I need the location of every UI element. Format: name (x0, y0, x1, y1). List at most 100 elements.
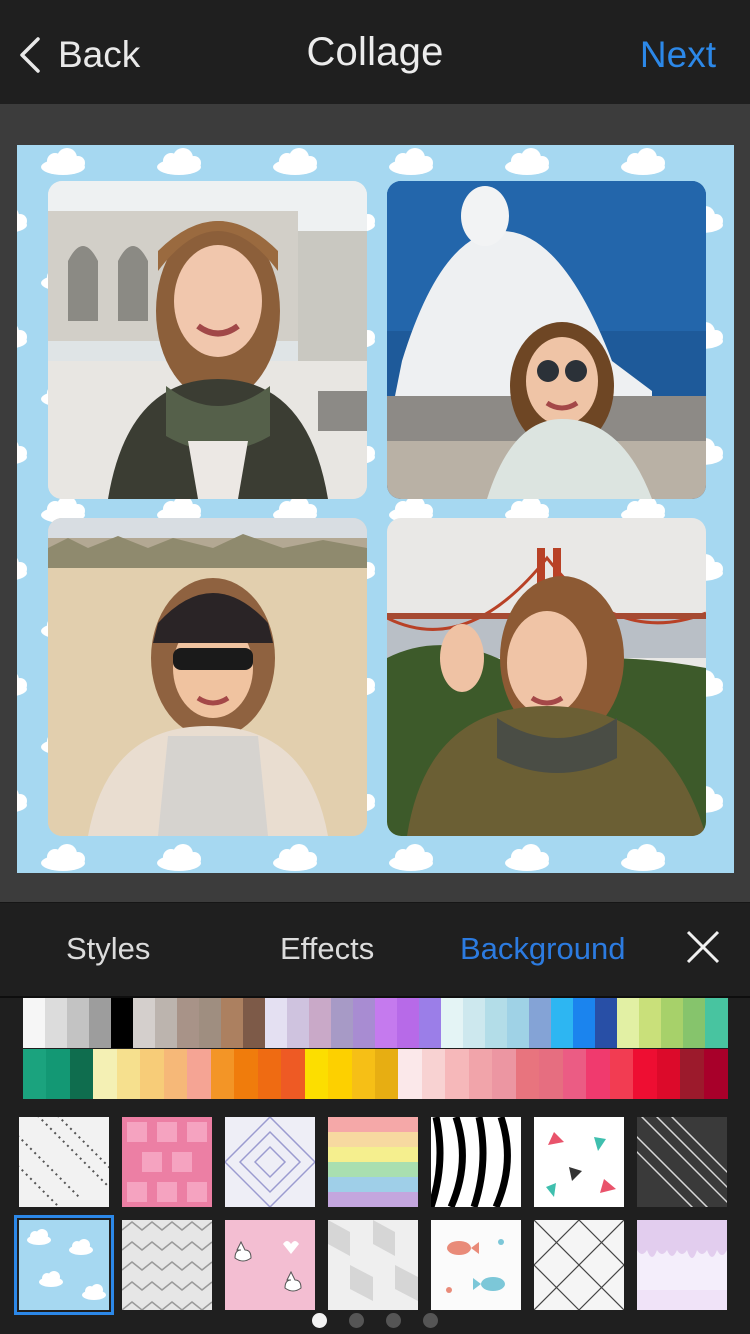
page-dot[interactable] (312, 1313, 327, 1328)
page-dot[interactable] (349, 1313, 364, 1328)
color-swatch[interactable] (234, 1049, 259, 1099)
photo-big-buddha[interactable] (387, 181, 706, 499)
pattern-lilac-diamonds[interactable] (225, 1117, 315, 1207)
color-swatch[interactable] (140, 1049, 165, 1099)
color-swatch[interactable] (507, 998, 530, 1048)
pattern-zebra[interactable] (431, 1117, 521, 1207)
color-swatch[interactable] (680, 1049, 705, 1099)
color-swatch[interactable] (221, 998, 244, 1048)
color-swatch[interactable] (703, 1049, 728, 1099)
color-swatch[interactable] (617, 998, 640, 1048)
collage-stage (0, 104, 750, 902)
color-swatch[interactable] (328, 1049, 353, 1099)
color-swatch[interactable] (661, 998, 684, 1048)
chevron-left-icon (20, 37, 40, 73)
color-swatch[interactable] (331, 998, 354, 1048)
color-swatch[interactable] (133, 998, 156, 1048)
color-swatch[interactable] (309, 998, 332, 1048)
color-swatch[interactable] (257, 1049, 282, 1099)
page-title: Collage (306, 29, 444, 74)
color-swatch[interactable] (45, 998, 68, 1048)
pattern-gray-diagonals[interactable] (637, 1117, 727, 1207)
color-swatch[interactable] (492, 1049, 517, 1099)
color-swatch[interactable] (265, 998, 288, 1048)
close-icon[interactable] (684, 928, 722, 966)
pattern-lavender-drip[interactable] (637, 1220, 727, 1310)
color-swatch[interactable] (199, 998, 222, 1048)
pattern-triangles[interactable] (534, 1117, 624, 1207)
color-swatch[interactable] (683, 998, 706, 1048)
background-panel (0, 996, 750, 1334)
photo-taj-mahal[interactable] (48, 181, 367, 499)
pattern-gray-lattice[interactable] (534, 1220, 624, 1310)
page-indicator (0, 1313, 750, 1329)
color-swatch[interactable] (23, 1049, 48, 1099)
color-swatch[interactable] (375, 1049, 400, 1099)
color-swatch[interactable] (639, 998, 662, 1048)
tab-styles[interactable]: Styles (66, 931, 150, 967)
color-swatch[interactable] (485, 998, 508, 1048)
color-swatch[interactable] (421, 1049, 446, 1099)
pattern-herringbone[interactable] (122, 1220, 212, 1310)
color-swatch[interactable] (287, 998, 310, 1048)
photo-golden-gate[interactable] (387, 518, 706, 836)
color-swatch[interactable] (210, 1049, 235, 1099)
pattern-diagonal-dots[interactable] (19, 1117, 109, 1207)
color-swatch[interactable] (304, 1049, 329, 1099)
color-swatch[interactable] (398, 1049, 423, 1099)
page-dot[interactable] (423, 1313, 438, 1328)
color-swatch[interactable] (586, 1049, 611, 1099)
color-swatch[interactable] (468, 1049, 493, 1099)
color-swatch[interactable] (463, 998, 486, 1048)
color-swatch[interactable] (705, 998, 728, 1048)
color-swatch[interactable] (419, 998, 442, 1048)
pattern-blue-clouds[interactable] (14, 1215, 114, 1315)
color-swatch[interactable] (397, 998, 420, 1048)
tab-background[interactable]: Background (460, 931, 625, 967)
color-swatch[interactable] (539, 1049, 564, 1099)
color-palette (23, 998, 728, 1099)
color-swatch[interactable] (595, 998, 618, 1048)
color-swatch[interactable] (67, 998, 90, 1048)
color-swatch[interactable] (551, 998, 574, 1048)
pattern-white-cubes[interactable] (328, 1220, 418, 1310)
page-dot[interactable] (386, 1313, 401, 1328)
color-swatch[interactable] (116, 1049, 141, 1099)
pattern-fish[interactable] (431, 1220, 521, 1310)
editor-tab-bar: Styles Effects Background (0, 902, 750, 996)
back-label: Back (58, 34, 141, 75)
photo-beach[interactable] (48, 518, 367, 836)
color-swatch[interactable] (562, 1049, 587, 1099)
color-swatch[interactable] (353, 998, 376, 1048)
pattern-pink-tiles[interactable] (122, 1117, 212, 1207)
color-swatch[interactable] (23, 998, 46, 1048)
color-swatch[interactable] (93, 1049, 118, 1099)
navigation-bar: Back Collage Next (0, 0, 750, 104)
collage-canvas[interactable] (17, 145, 734, 873)
pattern-pink-cats[interactable] (225, 1220, 315, 1310)
color-swatch[interactable] (633, 1049, 658, 1099)
color-swatch[interactable] (445, 1049, 470, 1099)
next-button[interactable]: Next (640, 34, 716, 76)
color-swatch[interactable] (375, 998, 398, 1048)
tab-effects[interactable]: Effects (280, 931, 374, 967)
color-swatch[interactable] (441, 998, 464, 1048)
color-swatch[interactable] (177, 998, 200, 1048)
color-swatch[interactable] (351, 1049, 376, 1099)
color-swatch[interactable] (281, 1049, 306, 1099)
color-swatch[interactable] (243, 998, 266, 1048)
color-swatch[interactable] (187, 1049, 212, 1099)
color-swatch[interactable] (111, 998, 134, 1048)
color-swatch[interactable] (573, 998, 596, 1048)
color-swatch[interactable] (529, 998, 552, 1048)
color-swatch[interactable] (656, 1049, 681, 1099)
color-swatch[interactable] (163, 1049, 188, 1099)
color-swatch[interactable] (89, 998, 112, 1048)
color-swatch[interactable] (69, 1049, 94, 1099)
back-button[interactable]: Back (16, 30, 140, 80)
pattern-rainbow-stripes[interactable] (328, 1117, 418, 1207)
color-swatch[interactable] (609, 1049, 634, 1099)
color-swatch[interactable] (155, 998, 178, 1048)
color-swatch[interactable] (515, 1049, 540, 1099)
color-swatch[interactable] (46, 1049, 71, 1099)
